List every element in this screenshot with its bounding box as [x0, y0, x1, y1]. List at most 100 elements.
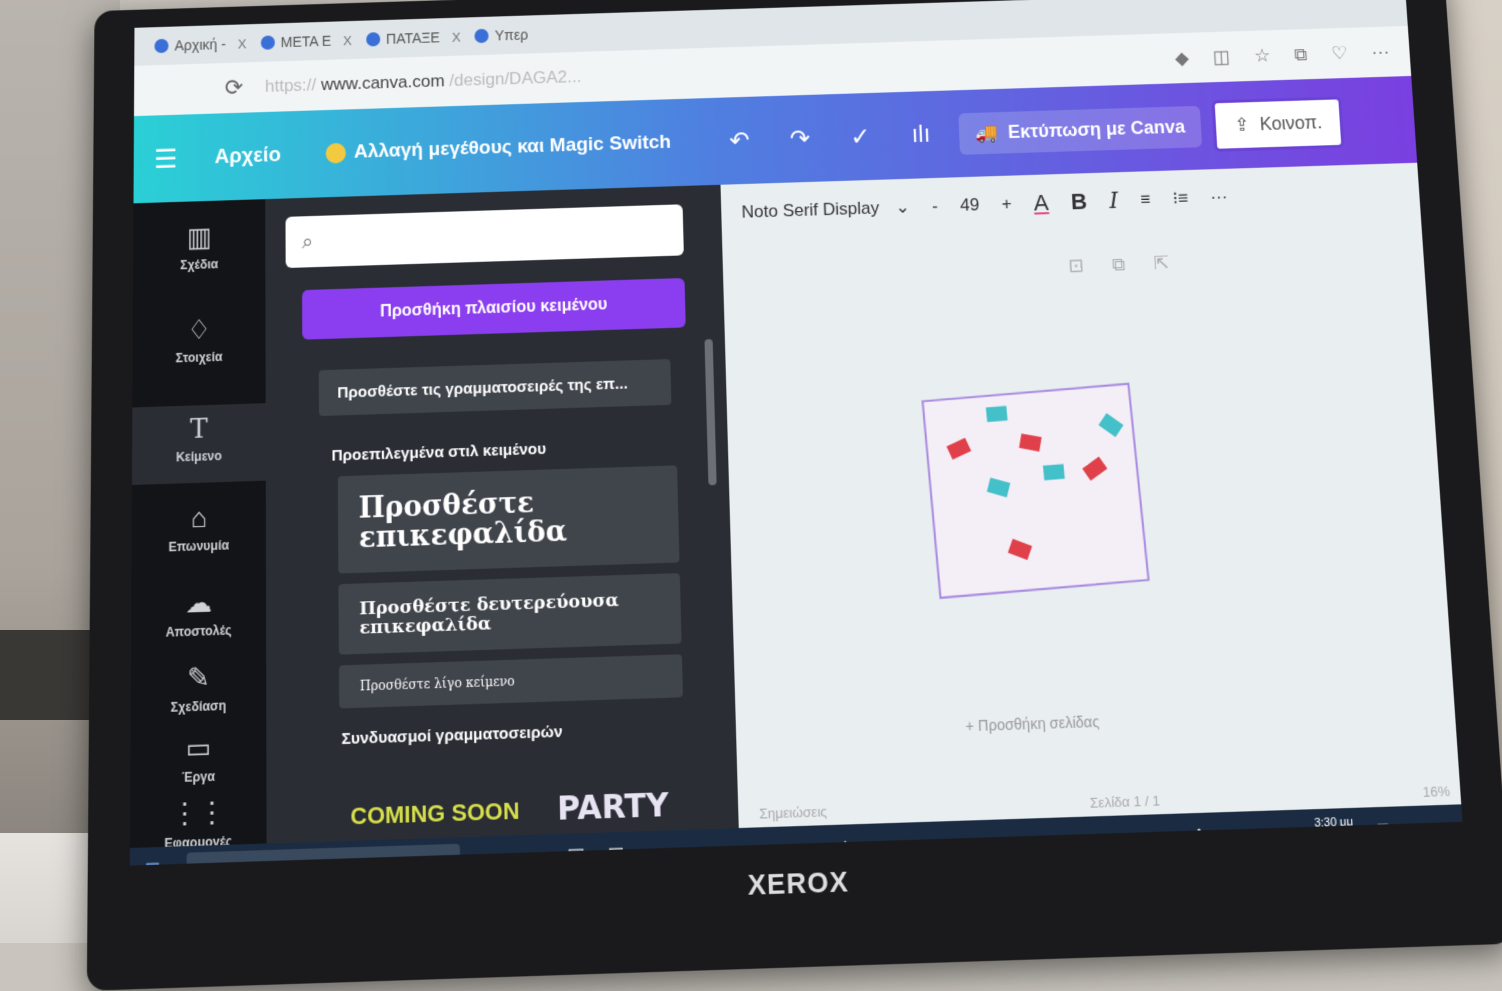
- tab-close-icon[interactable]: X: [238, 36, 247, 51]
- font-combos-title: Συνδυασμοί γραμματοσειρών: [341, 723, 562, 749]
- windows-start-icon[interactable]: ⊞: [145, 857, 187, 866]
- browser-tab[interactable]: ΠΑΤΑΞΕ X: [366, 29, 461, 48]
- font-combos-row: COMING SOON PARTY: [350, 786, 686, 835]
- align-icon[interactable]: ≡: [1140, 190, 1151, 211]
- rail-item-draw[interactable]: ✎ Σχεδίαση: [131, 659, 267, 728]
- browser-tab[interactable]: Αρχική - X: [154, 35, 246, 54]
- panel-search[interactable]: ⌕: [286, 204, 684, 268]
- edge-icon[interactable]: ◐: [491, 846, 503, 865]
- browser-tab[interactable]: ΜΕΤΑ Ε X: [261, 32, 352, 51]
- add-subheading-card[interactable]: Προσθέστε δευτερεύουσα επικεφαλίδα: [338, 573, 681, 655]
- url-host: www.canva.com: [321, 71, 445, 94]
- more-options-icon[interactable]: ···: [1210, 187, 1228, 208]
- brand-fonts-button[interactable]: Προσθέστε τις γραμματοσειρές της επ...: [319, 359, 672, 416]
- rail-item-uploads[interactable]: ☁ Αποστολές: [131, 584, 266, 652]
- file-menu[interactable]: Αρχείο: [215, 142, 326, 169]
- rail-item-text[interactable]: T Κείμενο: [132, 403, 266, 485]
- monitor: Αρχική - X ΜΕΤΑ Ε X ΠΑΤΑΞΕ X Υπερ ⟳ http…: [87, 0, 1502, 991]
- font-combo-coming-soon[interactable]: COMING SOON: [350, 800, 519, 827]
- upload-cloud-icon: ☁: [131, 584, 266, 621]
- tab-label: Υπερ: [495, 26, 529, 43]
- lock-icon[interactable]: ⊡: [1068, 255, 1084, 277]
- rail-label: Σχέδια: [133, 255, 265, 274]
- tab-favicon-icon: [475, 29, 489, 43]
- rail-item-elements[interactable]: ♢ Στοιχεία: [132, 312, 265, 389]
- url-field[interactable]: https:// www.canva.com /design/DAGA2...: [265, 67, 582, 97]
- notifications-icon[interactable]: ▤: [1376, 820, 1390, 838]
- notes-button[interactable]: Σημειώσεις: [759, 803, 827, 822]
- store-icon[interactable]: ▣: [567, 843, 585, 865]
- font-family-select[interactable]: Noto Serif Display ⌄: [741, 197, 910, 223]
- tab-label: ΠΑΤΑΞΕ: [386, 29, 440, 47]
- tab-label: ΜΕΤΑ Ε: [281, 33, 332, 51]
- wifi-icon[interactable]: ≋: [1221, 825, 1233, 843]
- share-button[interactable]: ⇪ Κοινοπ.: [1212, 96, 1345, 152]
- browser-tab[interactable]: Υπερ: [475, 26, 529, 44]
- screen: Αρχική - X ΜΕΤΑ Ε X ΠΑΤΑΞΕ X Υπερ ⟳ http…: [130, 0, 1463, 866]
- duplicate-icon[interactable]: ⧉: [1112, 254, 1126, 276]
- chevron-down-icon: ⌄: [895, 197, 910, 218]
- insights-icon[interactable]: ılı: [890, 120, 952, 150]
- rail-item-projects[interactable]: ▭ Έργα: [130, 729, 266, 799]
- font-combo-party[interactable]: PARTY: [557, 787, 669, 829]
- more-icon[interactable]: ···: [1371, 41, 1390, 63]
- time-text: 3:30 μμ: [1314, 816, 1354, 830]
- list-icon[interactable]: ⁝≡: [1172, 188, 1189, 209]
- split-screen-icon[interactable]: ◫: [1212, 46, 1230, 68]
- taskbar-search[interactable]: [187, 844, 461, 866]
- resize-button[interactable]: Αλλαγή μεγέθους και Magic Switch: [326, 130, 710, 164]
- collections-icon[interactable]: ⧉: [1294, 44, 1308, 65]
- extension-icon[interactable]: ◆: [1174, 47, 1189, 68]
- chevron-up-icon[interactable]: ⌃: [1193, 826, 1205, 844]
- confetti-shape: [1019, 433, 1042, 451]
- tab-close-icon[interactable]: X: [452, 29, 461, 44]
- increase-size-button[interactable]: +: [1001, 194, 1012, 215]
- tab-favicon-icon: [261, 35, 275, 49]
- panel-scrollbar[interactable]: [704, 339, 716, 485]
- tab-favicon-icon: [154, 39, 168, 53]
- add-body-text-card[interactable]: Προσθέστε λίγο κείμενο: [339, 654, 683, 708]
- apps-grid-icon: ⋮⋮: [130, 794, 266, 832]
- text-color-button[interactable]: A: [1033, 190, 1049, 217]
- rail-item-brand[interactable]: ⌂ Επωνυμία: [131, 500, 266, 578]
- undo-icon[interactable]: ↶: [709, 125, 770, 156]
- favorites-icon[interactable]: ☆: [1253, 45, 1270, 67]
- print-with-canva-button[interactable]: 🚚 Εκτύπωση με Canva: [958, 105, 1202, 154]
- confetti-shape: [1008, 539, 1032, 560]
- add-textbox-button[interactable]: Προσθήκη πλαισίου κειμένου: [302, 278, 686, 340]
- rail-label: Στοιχεία: [133, 348, 266, 367]
- design-page-thumbnail[interactable]: [921, 383, 1149, 599]
- browser-toolbar-icons: ◆ ◫ ☆ ⧉ ♡ ···: [1174, 41, 1390, 69]
- add-page-button[interactable]: + Προσθήκη σελίδας: [965, 713, 1100, 735]
- search-input[interactable]: [323, 221, 632, 251]
- confetti-shape: [1098, 413, 1123, 437]
- tab-close-icon[interactable]: X: [343, 32, 352, 47]
- font-size-value[interactable]: 49: [960, 195, 980, 216]
- reload-icon[interactable]: ⟳: [225, 74, 265, 101]
- text-icon: T: [132, 412, 266, 448]
- redo-icon[interactable]: ↷: [769, 123, 830, 154]
- share-label: Κοινοπ.: [1259, 112, 1323, 135]
- mail-icon[interactable]: ✉: [608, 842, 624, 865]
- crown-icon: [326, 143, 346, 164]
- zoom-level[interactable]: 16%: [1422, 783, 1450, 800]
- browser-essentials-icon[interactable]: ♡: [1331, 42, 1349, 64]
- language-indicator[interactable]: ΕΛ: [1273, 824, 1292, 841]
- weather-widget[interactable]: ☁ 20°C Έντονες νεφώσ.: [708, 837, 863, 860]
- bold-button[interactable]: B: [1070, 188, 1087, 215]
- volume-icon[interactable]: ♪: [1250, 825, 1258, 842]
- rail-item-designs[interactable]: ▥ Σχέδια: [133, 220, 265, 296]
- rail-label: Κείμενο: [132, 447, 266, 466]
- file-explorer-icon[interactable]: ▭: [526, 845, 544, 866]
- tab-label: Αρχική -: [175, 36, 226, 54]
- save-status-icon[interactable]: ✓: [830, 121, 892, 152]
- clock[interactable]: 3:30 μμ 28/3/2024: [1308, 815, 1361, 845]
- italic-button[interactable]: I: [1109, 188, 1119, 214]
- decrease-size-button[interactable]: -: [932, 196, 939, 217]
- add-heading-card[interactable]: Προσθέστε επικεφαλίδα: [338, 465, 680, 573]
- rail-label: Σχεδίαση: [131, 697, 267, 717]
- menu-icon[interactable]: ☰: [154, 141, 215, 174]
- date-text: 28/3/2024: [1309, 830, 1361, 845]
- taskbar-apps: ◐ ▭ ▣ ✉: [491, 842, 624, 865]
- add-page-icon[interactable]: ⇱: [1153, 252, 1169, 274]
